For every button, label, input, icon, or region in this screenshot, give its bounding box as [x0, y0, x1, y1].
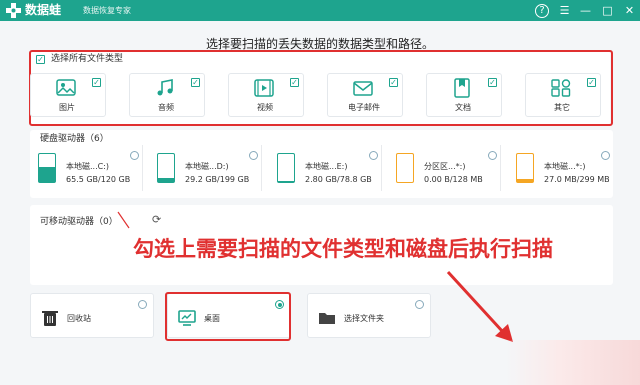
annotation-arrows — [117, 211, 513, 342]
scan-button-glow — [505, 340, 640, 385]
annotation-arrow-up — [117, 211, 130, 229]
annotation-arrow-down — [446, 270, 505, 334]
